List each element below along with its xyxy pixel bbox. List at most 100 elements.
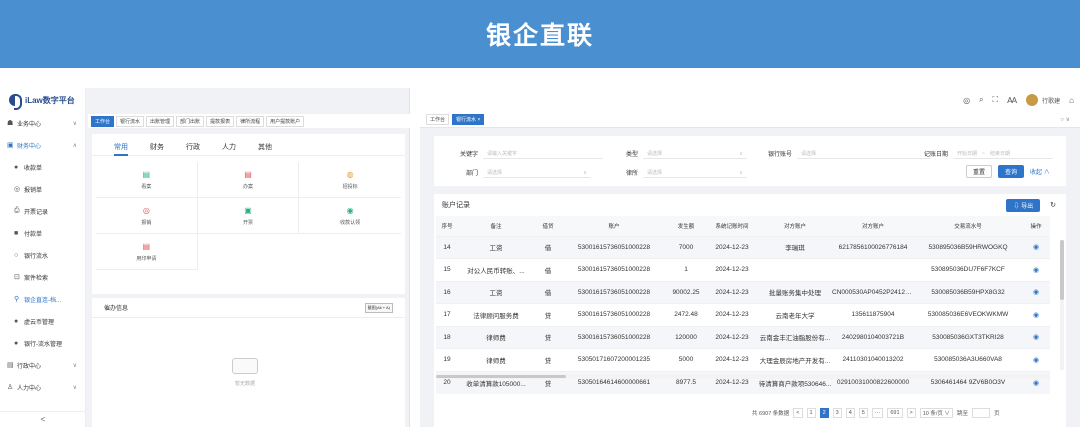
- keyword-input[interactable]: 请输入关键字: [483, 148, 604, 159]
- sidebar-item[interactable]: ▣ 财务中心 ∧: [0, 134, 85, 156]
- type-select[interactable]: 请选择 ∨: [643, 148, 748, 159]
- category-tab[interactable]: 财务: [150, 142, 164, 156]
- table-cell: CN000530AP0452P24122...: [832, 280, 914, 304]
- tab[interactable]: 工作台: [426, 114, 450, 125]
- quick-item[interactable]: ◍ 招投标: [299, 162, 401, 198]
- chevron-down-icon: ∨: [739, 169, 744, 176]
- records-title: 账户记录: [442, 202, 470, 209]
- sidebar-item[interactable]: ◎ 报销单: [0, 178, 85, 200]
- table-cell: 大理金辰房地产开发有...: [758, 348, 832, 371]
- goto-page-input[interactable]: [971, 408, 990, 418]
- sidebar-collapse-button[interactable]: <: [0, 411, 86, 427]
- table-cell: 120000: [666, 325, 706, 349]
- horizontal-scroll-thumb[interactable]: [436, 375, 566, 378]
- chevron-down-icon: ∨: [739, 150, 744, 157]
- quick-item[interactable]: ◎ 报销: [96, 198, 198, 234]
- sidebar-item[interactable]: ● 收款单: [0, 156, 85, 178]
- quick-item[interactable]: ▣ 开票: [197, 198, 300, 234]
- tab-controls[interactable]: ○ ∨: [1060, 116, 1070, 123]
- tab[interactable]: 部门出账: [176, 115, 205, 127]
- link-icon: ⚲: [14, 296, 20, 303]
- category-tab[interactable]: 常用: [114, 142, 128, 156]
- page-size-select[interactable]: 10 条/页 ∨: [919, 408, 953, 418]
- sidebar-item[interactable]: ♙ 人力中心 ∨: [0, 376, 85, 398]
- sidebar-item[interactable]: ⚲ 银企直连-档...: [0, 288, 85, 310]
- view-eye-icon[interactable]: ◉: [1022, 303, 1050, 326]
- refresh-icon[interactable]: ↻: [1050, 201, 1056, 209]
- page-button[interactable]: 3: [832, 408, 842, 418]
- home-icon[interactable]: ⌂: [1069, 96, 1074, 105]
- sidebar-item-label: 开票记录: [24, 209, 49, 216]
- pagination: 共 6907 条数据 < 1 2 3 4 5 ··· 691 > 10 条/页 ∨ 跳至 页: [752, 408, 999, 418]
- table-row[interactable]: 16 工资借 53001615736051000228 90002.25 2024-12…: [436, 280, 1050, 304]
- sidebar-item[interactable]: ☗ 业务中心 ∨: [0, 112, 85, 134]
- page-button[interactable]: 5: [858, 408, 868, 418]
- table-row[interactable]: 19 律师费贷 53050171607200001235 5000 2024-12-23…: [436, 348, 1050, 371]
- sidebar-item[interactable]: ○ 银行流水: [0, 244, 85, 266]
- view-eye-icon[interactable]: ◉: [1022, 348, 1050, 371]
- tab[interactable]: 提款报表: [206, 115, 235, 127]
- tab[interactable]: 工作台: [91, 115, 115, 127]
- search-icon[interactable]: ⌕: [979, 95, 983, 105]
- table-row[interactable]: 15 对公人民币转账、... 借 53001615736051000228 1 2024-…: [436, 258, 1050, 281]
- table-cell: 借: [534, 280, 562, 304]
- quick-item-icon: ◉: [346, 205, 354, 215]
- sidebar-item[interactable]: ■ 付款单: [0, 222, 85, 244]
- page-button[interactable]: >: [906, 408, 916, 418]
- dept-select[interactable]: 请选择 ∨: [483, 167, 592, 178]
- date-range-picker[interactable]: 开始日期 ~ 结束日期: [953, 148, 1054, 159]
- chevron-icon: ∨: [72, 120, 77, 127]
- table-cell: 2024-12-23: [706, 325, 758, 349]
- reset-button[interactable]: 重置: [966, 165, 993, 178]
- export-button[interactable]: ⇩ 导出: [1006, 198, 1041, 212]
- user-menu[interactable]: 行歌建: [1026, 94, 1060, 106]
- sidebar-item[interactable]: ● 虚云币管理: [0, 310, 85, 332]
- page-button[interactable]: 1: [806, 408, 816, 418]
- account-select[interactable]: 请选择 ∨: [797, 148, 932, 159]
- vertical-scrollbar[interactable]: [1060, 240, 1064, 370]
- page-button[interactable]: 4: [845, 408, 855, 418]
- sidebar-item[interactable]: ▤ 行政中心 ∨: [0, 354, 85, 376]
- tab[interactable]: 银行流水: [116, 115, 145, 127]
- tab[interactable]: 律所流程: [236, 115, 265, 127]
- locate-icon[interactable]: ◎: [963, 96, 970, 105]
- quick-item-icon: ▤: [142, 241, 151, 251]
- column-header: 发生额: [666, 216, 706, 236]
- table-row[interactable]: 14 工资借 53001615736051000228 7000 2024-12-23 李…: [436, 235, 1050, 259]
- view-eye-icon[interactable]: ◉: [1022, 258, 1050, 281]
- fullscreen-icon[interactable]: ⛶: [993, 95, 999, 105]
- quick-item[interactable]: ▤ 办案: [197, 162, 300, 198]
- quick-item-icon: ▤: [244, 169, 252, 179]
- table-row[interactable]: 17 法律顾问服务费贷 53001615736051000228 2472.48 202…: [436, 303, 1050, 326]
- view-eye-icon[interactable]: ◉: [1022, 235, 1050, 259]
- ring-icon: ○: [14, 251, 19, 259]
- translate-icon[interactable]: Ꜳ: [1007, 96, 1017, 105]
- quick-item[interactable]: ▤ 看案: [96, 162, 198, 198]
- quick-item-label: 招投标: [342, 183, 358, 190]
- sidebar-item[interactable]: ● 银行-流水管理: [0, 332, 85, 354]
- view-eye-icon[interactable]: ◉: [1022, 280, 1050, 304]
- table-row[interactable]: 18 律师费贷 53001615736051000228 120000 2024-12-…: [436, 325, 1050, 349]
- page-button[interactable]: 691: [887, 408, 903, 418]
- tab[interactable]: 银行流水 ×: [452, 114, 485, 125]
- search-button[interactable]: 查询: [998, 165, 1025, 178]
- quick-item[interactable]: ◉ 收款认领: [299, 198, 401, 234]
- tab[interactable]: 出账管理: [146, 115, 175, 127]
- sidebar-item[interactable]: ⎙ 开票记录: [0, 200, 85, 222]
- view-eye-icon[interactable]: ◉: [1022, 325, 1050, 349]
- category-tab[interactable]: 行政: [186, 142, 200, 156]
- page-button[interactable]: 2: [819, 408, 829, 418]
- horizontal-scrollbar[interactable]: [436, 374, 1050, 379]
- page-button[interactable]: ···: [871, 408, 884, 418]
- quick-access-grid: ▤ 看案 ▤ 办案 ◍ 招投标 ◎ 报销 ▣ 开票 ◉ 收款认领 ▤ 用印申请: [92, 156, 405, 276]
- vertical-scroll-thumb[interactable]: [1060, 240, 1064, 300]
- tab[interactable]: 用户提款账户: [266, 115, 305, 127]
- table-cell: 53001615736051000228: [562, 235, 666, 259]
- lawyer-select[interactable]: 请选择 ∨: [643, 167, 748, 178]
- sidebar-item[interactable]: ⊡ 案件检索: [0, 266, 85, 288]
- quick-item[interactable]: ▤ 用印申请: [96, 234, 198, 270]
- pager-prev-button[interactable]: <: [793, 408, 803, 418]
- category-tab[interactable]: 其他: [258, 142, 272, 156]
- category-tab[interactable]: 人力: [222, 142, 236, 156]
- collapse-filter-button[interactable]: 收起 ∧: [1030, 165, 1050, 178]
